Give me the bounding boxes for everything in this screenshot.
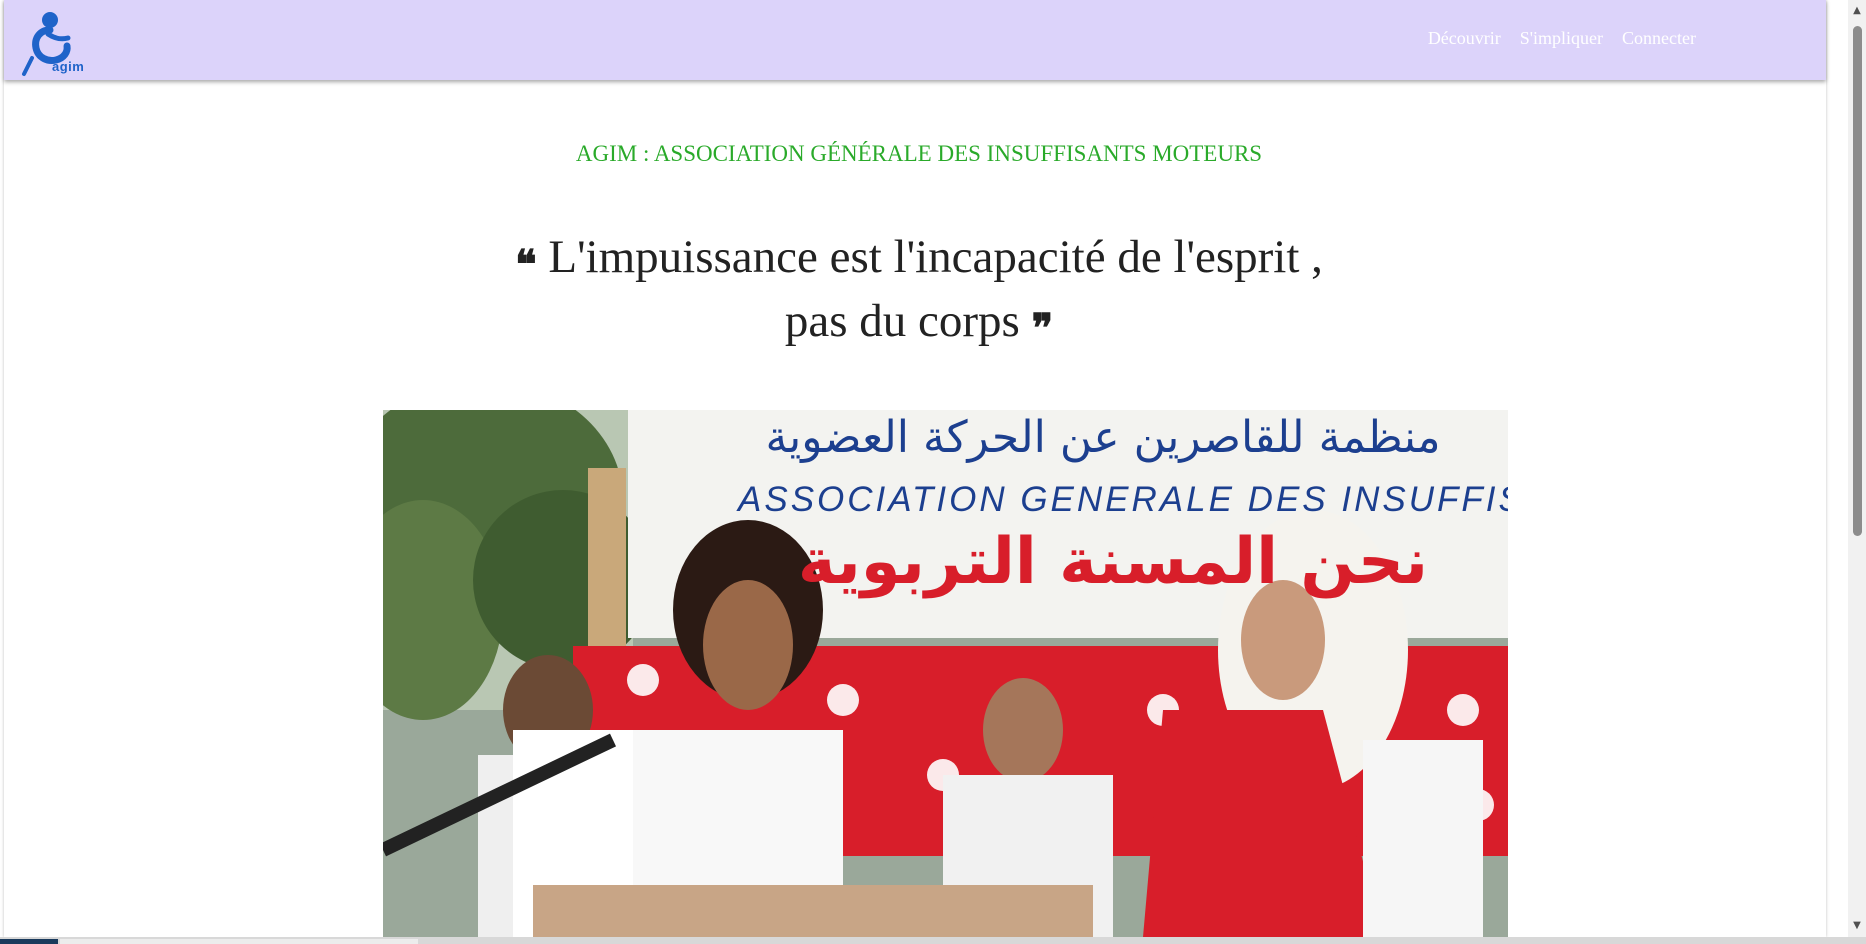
nav-link-decouvrir[interactable]: Découvrir: [1428, 28, 1501, 49]
organization-title: AGIM : ASSOCIATION GÉNÉRALE DES INSUFFIS…: [575, 141, 1263, 166]
quote-line-1: L'impuissance est l'incapacité de l'espr…: [548, 231, 1323, 283]
page: AGIM : ASSOCIATION GÉNÉRALE DES INSUFFIS…: [4, 0, 1826, 937]
chevron-up-icon[interactable]: ▲: [1848, 2, 1866, 20]
banner-latin-text: ASSOCIATION GENERALE DES INSUFFISANTS: [738, 480, 1508, 519]
scrollbar-thumb[interactable]: [1853, 26, 1862, 536]
open-quote-mark: ❝: [515, 241, 537, 288]
taskbar-segment: [60, 939, 418, 944]
nav-link-simpliquer[interactable]: S'impliquer: [1520, 28, 1603, 49]
chevron-down-icon[interactable]: ▼: [1848, 917, 1866, 935]
logo-text: agim: [52, 59, 85, 74]
banner-arabic-top: منظمة للقاصرين عن الحركة العضوية: [765, 412, 1441, 463]
taskbar-strip: [0, 937, 1866, 944]
nav-links: Découvrir S'impliquer Connecter: [1428, 28, 1696, 49]
vertical-scrollbar[interactable]: ▲ ▼: [1848, 0, 1866, 937]
quote-line-2: pas du corps: [784, 295, 1020, 347]
top-navbar: agim Découvrir S'impliquer Connecter: [4, 0, 1826, 80]
taskbar-segment: [0, 939, 58, 944]
hero-photo: منظمة للقاصرين عن الحركة العضوية ASSOCIA…: [383, 410, 1508, 937]
nav-link-connecter[interactable]: Connecter: [1622, 28, 1696, 49]
browser-viewport: AGIM : ASSOCIATION GÉNÉRALE DES INSUFFIS…: [0, 0, 1848, 937]
banner-arabic-red: نحن المسنة التربوية: [797, 525, 1429, 599]
close-quote-mark: ❞: [1031, 305, 1054, 352]
quote: ❝ L'impuissance est l'incapacité de l'es…: [4, 229, 1834, 357]
